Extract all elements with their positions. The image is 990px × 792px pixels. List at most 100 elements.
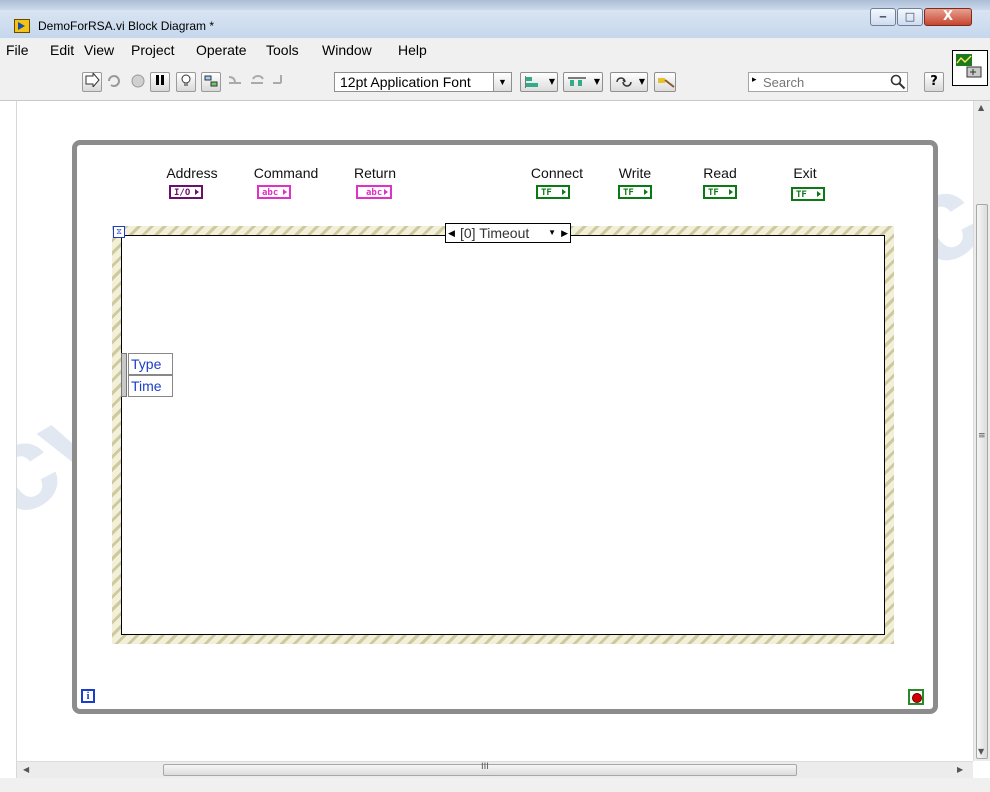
event-case-frame: [121, 235, 885, 635]
vertical-scroll-thumb[interactable]: [976, 204, 988, 759]
context-help-button[interactable]: ?: [924, 72, 944, 92]
distribute-dropdown-arrow: ▼: [593, 77, 600, 86]
address-control[interactable]: Address: [162, 165, 222, 181]
scroll-down-icon[interactable]: ▼: [978, 747, 984, 756]
address-terminal[interactable]: I/O: [169, 185, 203, 199]
event-case-selector[interactable]: ◀ [0] Timeout ▼ ▶: [445, 223, 571, 243]
vi-connector-icon[interactable]: [952, 50, 988, 86]
write-terminal[interactable]: TF: [618, 185, 652, 199]
menu-window[interactable]: Window: [322, 42, 372, 58]
while-loop[interactable]: Address I/O Command abc Return abc Conne…: [72, 140, 938, 714]
step-into-button[interactable]: [225, 72, 245, 92]
scroll-right-icon[interactable]: ▶: [957, 765, 963, 774]
lightbulb-icon: [181, 74, 191, 86]
retain-wire-values-button[interactable]: [201, 72, 221, 92]
abort-stop-icon: [131, 74, 145, 88]
next-case-arrow[interactable]: ▶: [561, 224, 568, 242]
exit-control[interactable]: Exit: [785, 165, 825, 181]
clean-up-diagram-button[interactable]: [654, 72, 676, 92]
chevron-down-icon[interactable]: ▼: [548, 224, 556, 242]
title-bar-top-strip: [0, 0, 990, 10]
run-button[interactable]: [82, 71, 102, 92]
align-objects-icon: [525, 76, 538, 88]
title-bar: DemoForRSA.vi Block Diagram * ‒ □ X: [0, 0, 990, 38]
menu-file[interactable]: File: [6, 42, 29, 58]
vertical-scrollbar[interactable]: ▲ ≡ ▼: [973, 101, 990, 761]
search-input[interactable]: [761, 74, 885, 90]
font-selector-value: 12pt Application Font: [340, 74, 471, 90]
event-case-label: [0] Timeout: [460, 225, 530, 241]
event-data-time[interactable]: Time: [128, 375, 173, 397]
vi-graph-icon: [956, 54, 982, 78]
command-label: Command: [253, 165, 319, 181]
pause-icon: [156, 75, 164, 85]
return-indicator[interactable]: Return: [349, 165, 401, 181]
event-data-node-handle[interactable]: [121, 353, 127, 397]
event-structure[interactable]: ⧖ ◀ [0] Timeout ▼ ▶ Type Time: [112, 223, 894, 644]
abort-button[interactable]: [128, 72, 148, 92]
step-over-icon: [251, 75, 264, 84]
minimize-icon: ‒: [879, 10, 887, 23]
menu-view[interactable]: View: [84, 42, 114, 58]
reorder-button[interactable]: ▼: [610, 72, 648, 92]
distribute-objects-button[interactable]: ▼: [563, 72, 603, 92]
vertical-grip-icon: ≡: [978, 431, 986, 441]
menu-help[interactable]: Help: [398, 42, 427, 58]
menu-project[interactable]: Project: [131, 42, 175, 58]
timeout-hourglass-icon[interactable]: ⧖: [113, 226, 125, 238]
labview-window: DemoForRSA.vi Block Diagram * ‒ □ X File…: [0, 0, 990, 792]
diagram-left-margin: [0, 101, 17, 792]
event-data-type[interactable]: Type: [128, 353, 173, 375]
return-label: Return: [353, 165, 397, 181]
exit-terminal[interactable]: TF: [791, 187, 825, 201]
command-terminal[interactable]: abc: [257, 185, 291, 199]
address-label: Address: [166, 165, 218, 181]
return-terminal[interactable]: abc: [356, 185, 392, 199]
step-out-icon: [273, 75, 282, 84]
align-objects-button[interactable]: ▼: [520, 72, 558, 92]
read-terminal[interactable]: TF: [703, 185, 737, 199]
pause-button[interactable]: [150, 72, 170, 92]
highlight-execution-button[interactable]: [176, 72, 196, 92]
menu-edit[interactable]: Edit: [50, 42, 74, 58]
block-diagram-canvas[interactable]: cynepoic cynepoic Address I/O Command ab…: [17, 101, 973, 761]
search-box[interactable]: ▸: [748, 72, 908, 92]
event-data-node[interactable]: Type Time: [121, 353, 173, 397]
minimize-button[interactable]: ‒: [870, 8, 896, 26]
reorder-icon: [616, 77, 632, 87]
step-over-button[interactable]: [247, 72, 267, 92]
close-button[interactable]: X: [924, 8, 972, 26]
broom-icon: [658, 78, 675, 88]
vi-block-diagram-icon: [14, 19, 30, 33]
help-icon: ?: [930, 74, 938, 89]
scroll-left-icon[interactable]: ◀: [23, 765, 29, 774]
search-expand-icon: ▸: [752, 75, 757, 85]
command-control[interactable]: Command: [247, 165, 325, 181]
menu-tools[interactable]: Tools: [266, 42, 299, 58]
run-continuously-button[interactable]: [104, 72, 124, 92]
connect-terminal[interactable]: TF: [536, 185, 570, 199]
maximize-button[interactable]: □: [897, 8, 923, 26]
read-control[interactable]: Read: [698, 165, 742, 181]
loop-condition-stop-icon[interactable]: [908, 689, 924, 705]
previous-case-arrow[interactable]: ◀: [448, 224, 455, 242]
close-icon: X: [942, 9, 954, 24]
read-label: Read: [703, 165, 737, 181]
reorder-dropdown-arrow: ▼: [638, 77, 645, 86]
scroll-up-icon[interactable]: ▲: [978, 103, 984, 112]
horizontal-scrollbar[interactable]: ◀ III ▶: [17, 761, 973, 778]
step-into-icon: [228, 76, 241, 84]
horizontal-scroll-thumb[interactable]: [163, 764, 797, 776]
font-selector[interactable]: 12pt Application Font ▼: [334, 72, 512, 92]
step-out-button[interactable]: [269, 72, 289, 92]
connect-control[interactable]: Connect: [525, 165, 589, 181]
search-icon[interactable]: [889, 73, 907, 91]
menu-operate[interactable]: Operate: [196, 42, 247, 58]
run-arrow-icon: [85, 71, 100, 89]
write-control[interactable]: Write: [613, 165, 657, 181]
exit-label: Exit: [793, 165, 817, 181]
toolbar: 12pt Application Font ▼ ▼ ▼ ▼ ▸ ?: [0, 60, 990, 101]
window-title: DemoForRSA.vi Block Diagram *: [38, 19, 215, 33]
iteration-terminal[interactable]: i: [81, 689, 95, 703]
menu-bar: File Edit View Project Operate Tools Win…: [0, 38, 990, 60]
